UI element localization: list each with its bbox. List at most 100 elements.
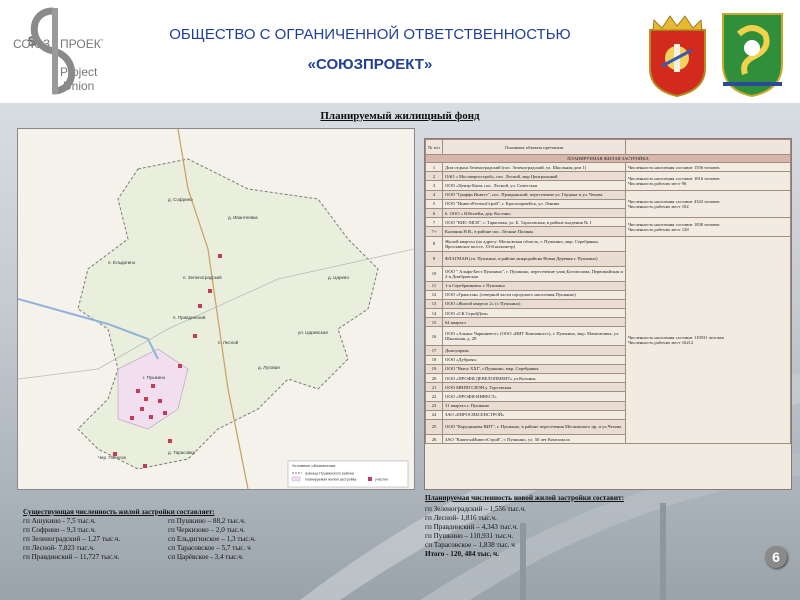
row-number: 20: [425, 372, 443, 384]
row-object: Дом отдыха Зеленоградский (пос. Зеленогр…: [442, 161, 626, 173]
svg-text:Project: Project: [60, 65, 98, 79]
row-object: ООО «Гранстан» (северной части городског…: [442, 289, 626, 300]
row-object: Жилой квартал (по адресу: Московская обл…: [442, 235, 626, 252]
row-number: 17: [425, 345, 443, 356]
map-label: д. Софрино: [168, 197, 193, 202]
population-note-line: Численность населения составит 1556 чело…: [628, 164, 720, 170]
map-label: д. Тарасовка: [168, 450, 195, 455]
row-number: 11: [425, 280, 443, 291]
row-object: ООО «Жилой квартал 2» (г. Пушкино): [442, 298, 626, 310]
table-header-blank: [625, 139, 791, 155]
row-object: ООО "Граффа Инвест", пос. Правдинский, п…: [442, 189, 626, 200]
row-number: 14: [425, 308, 443, 319]
row-number: 21: [425, 382, 443, 393]
moscow-oblast-coat-of-arms-icon: [640, 8, 715, 98]
map-label: д. Луговая: [258, 365, 280, 370]
page-number: 6: [765, 546, 787, 568]
table-row: 1 Дом отдыха Зеленоградский (пос. Зеленог…: [425, 161, 791, 173]
row-object: ООО "Вьюу ХХI", г.Пушкино, мкр. Серебрян…: [442, 363, 626, 375]
existing-item: гп Пушкино – 88,2 тыс.ч.: [168, 517, 246, 525]
planned-item: сп Тарасовское – 1,838 тыс. ч: [425, 541, 515, 549]
existing-item: гп Правдинский – 11,727 тыс.ч.: [23, 553, 120, 561]
row-object: 6. ООО « Юбилейн, дер. Костино: [442, 207, 626, 219]
row-number: 13: [425, 298, 443, 310]
population-note-line: Численность рабочих мест 16212: [628, 339, 694, 345]
existing-item: гп Черкизово – 2,0 тыс.ч.: [168, 526, 246, 534]
row-number: 18: [425, 354, 443, 365]
existing-item: гп Лесной- 7,823 тыс.ч.: [23, 544, 95, 552]
legend-item: граница Пушкинского района: [305, 472, 354, 476]
company-title-line1: ОБЩЕСТВО С ОГРАНИЧЕННОЙ ОТВЕТСТВЕННОСТЬЮ: [169, 26, 571, 43]
row-number: 7: [425, 217, 443, 228]
map-label: д. Ивантеевка: [228, 215, 258, 220]
row-object: ЗАО «ЕВРОСИБСЕВСТРОЙ»: [442, 409, 626, 420]
table-row: 2 ОАО « Мосэнергострой», пос. Лесной, мкр…: [425, 171, 791, 191]
row-number: 9: [425, 250, 443, 267]
row-number: 5: [425, 198, 443, 209]
row-number: 4: [425, 189, 443, 200]
row-object: ЗАО "КапиталИнвестСтрой", г. Пушкино, ул…: [442, 433, 626, 445]
pushkino-district-coat-of-arms-icon: [715, 8, 790, 98]
district-map[interactable]: д. Ивантеевка д. Софрино п. Ельдигино п.…: [17, 128, 415, 490]
row-number: 6: [425, 207, 443, 219]
legend-title: Условные обозначения: [292, 463, 335, 468]
population-note-line: Численность рабочих мест 102: [628, 203, 689, 209]
row-number: 2: [425, 171, 443, 182]
row-number: 24: [425, 409, 443, 420]
map-label: п. Правдинский: [173, 314, 206, 320]
row-object: ООО «ПРОФИ-ИНВЕСТ»: [442, 391, 626, 402]
existing-item: сп Ельдигинское – 1,3 тыс.ч.: [168, 535, 256, 543]
row-object: ООО " Альфа-Бест Пушкино", г. Пушкино, п…: [442, 265, 626, 282]
existing-item: сп Царёвское - 3,4 тыс.ч.: [168, 553, 244, 561]
existing-heading: Существующая численность жилой застройки…: [23, 508, 215, 516]
row-number: 8: [425, 235, 443, 252]
row-object: ООО МНПП СИЭН у. Турсевская: [442, 382, 626, 393]
table-section-title: ПЛАНИРУЕМАЯ ЖИЛАЯ ЗАСТРОЙКА: [425, 154, 791, 163]
row-number: 7+: [425, 226, 443, 237]
row-number: 23: [425, 400, 443, 411]
existing-item: сп Тарасовское – 5,7 тыс. ч: [168, 544, 251, 552]
row-object: ООО "ИнвестРегионСтрой", г. Красноармейс…: [442, 198, 626, 209]
legend-item: планируемая жилая застройка: [305, 478, 356, 482]
population-note: Численность населения составит 110931 че…: [625, 235, 791, 445]
table-row: 7 ООО "КИС-МСК", г. Тарасовка, ул. Б. Тар…: [425, 217, 791, 237]
row-number: 26: [425, 433, 443, 445]
population-note-line: Численность рабочих мест 128: [628, 226, 689, 232]
row-object: ООО «ПРОФИ ДЕВЕЛОПМЕНТ» ул.Колонья: [442, 372, 626, 384]
map-label: д. Цаpевo: [328, 275, 349, 280]
svg-text:ПРОЕКТ: ПРОЕКТ: [60, 37, 103, 51]
header: $ СОЮЗ ПРОЕКТ Project Union ОБЩЕСТВО С О…: [0, 0, 800, 103]
table-header-num: № п/п: [425, 139, 443, 155]
row-number: 1: [425, 161, 443, 173]
row-number: 22: [425, 391, 443, 402]
row-object: ООО «Центр-Капи, пос. Лесной, ул. Советс…: [442, 180, 626, 191]
population-note: Численность населения составит 1838 чело…: [625, 217, 791, 237]
row-object: ФЛАГМАН (гп. Пушкино, в районе микрорайо…: [442, 250, 626, 267]
map-label: п. Зеленоградский: [183, 274, 222, 280]
map-label: ул. Царевская: [298, 330, 328, 335]
row-object: ООО «Альянс Чаркинвест» (ООО «ВИТ Компан…: [442, 326, 626, 347]
population-note-line: Численность рабочих мест 96: [628, 180, 687, 186]
row-number: 3: [425, 180, 443, 191]
row-object: 31 квартал г. Пушкино: [442, 400, 626, 411]
map-label: Чер. Поселок: [98, 455, 126, 460]
existing-population: Существующая численность жилой застройки…: [23, 508, 283, 561]
table-row: 4 ООО "Граффа Инвест", пос. Правдинский, …: [425, 189, 791, 219]
population-note: Численность населения составит 4343 чело…: [625, 189, 791, 219]
population-note: Численность населения составит 1556 чело…: [625, 161, 791, 173]
planned-housing-title: Планируемый жилищный фонд: [320, 110, 480, 122]
existing-item: гп Ашукино - 7,5 тыс.ч.: [23, 517, 96, 525]
map-label: г. Пушкино: [143, 375, 166, 380]
row-number: 10: [425, 265, 443, 282]
row-object: 1-я Серебрянковск г. Пушкино: [442, 280, 626, 291]
row-number: 25: [425, 418, 443, 435]
planned-total: Итого - 120, 484 тыс. ч.: [425, 550, 500, 558]
row-object: ООО «СК СтройДом»: [442, 308, 626, 319]
map-label: п. Ельдигино: [108, 260, 136, 265]
population-note: Численность населения составит 1816 чело…: [625, 171, 791, 191]
planned-item: гп Зеленоградский – 1,556 тыс.ч.: [425, 505, 526, 513]
row-object: ООО "КИС-МСК", г. Тарасовка, ул. Б. Тара…: [442, 217, 626, 228]
existing-item: гп Зеленоградский – 1,27 тыс.ч.: [23, 535, 121, 543]
row-object: Домоуправа: [442, 345, 626, 356]
planned-heading: Планируемая численность новой жилой заст…: [425, 494, 624, 502]
